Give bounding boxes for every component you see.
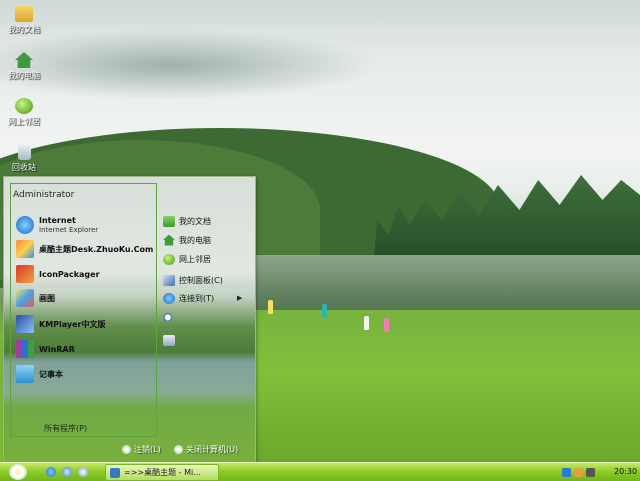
right-item-label: 控制面板(C) (179, 275, 223, 285)
menu-item-title: 记事本 (39, 369, 63, 379)
internet-explorer-icon (16, 216, 34, 234)
tray-network-icon[interactable] (562, 467, 571, 477)
menu-item-internet[interactable]: Internet Internet Explorer (16, 215, 98, 235)
desktop-icon-label: 我的文档 (8, 25, 40, 34)
logoff-button[interactable]: 注销(L) (122, 444, 161, 455)
desktop-icon-label: 我的电脑 (8, 71, 40, 80)
desktop-icon-my-computer[interactable]: 我的电脑 (2, 52, 46, 81)
network-icon (163, 253, 175, 265)
taskbar-window-label: =>>桌酷主题 - Mi... (124, 468, 201, 477)
menu-item-title: KMPlayer中文版 (39, 319, 106, 329)
window-icon (110, 467, 120, 478)
recycle-bin-icon (17, 144, 31, 160)
wallpaper-cloud (0, 30, 380, 100)
wallpaper-meadow (256, 310, 640, 462)
logoff-icon (122, 445, 131, 454)
chevron-right-icon: ▶ (237, 294, 243, 302)
right-item-label: 我的文档 (179, 216, 211, 226)
right-item-label: 网上邻居 (179, 254, 211, 264)
menu-item-paint[interactable]: 画图 (16, 288, 55, 308)
winrar-icon (16, 340, 34, 358)
connect-icon (163, 292, 175, 304)
notepad-icon (16, 365, 34, 383)
kmplayer-icon (16, 315, 34, 333)
right-item-my-computer[interactable]: 我的电脑 (163, 233, 211, 247)
right-item-control-panel[interactable]: 控制面板(C) (163, 273, 223, 287)
computer-home-icon (15, 52, 33, 68)
menu-item-title: WinRAR (39, 344, 75, 354)
wallpaper-person (268, 300, 273, 314)
iconpackager-icon (16, 265, 34, 283)
right-item-my-documents[interactable]: 我的文档 (163, 214, 211, 228)
quicklaunch-ie-icon[interactable] (46, 467, 56, 477)
quicklaunch-mediaplayer-icon[interactable] (62, 467, 72, 477)
folder-icon (163, 215, 175, 227)
menu-item-iconpackager[interactable]: IconPackager (16, 264, 100, 284)
start-menu-username: Administrator (13, 190, 75, 200)
tray-volume-icon[interactable] (586, 467, 595, 477)
folder-icon (15, 6, 33, 22)
desktop-icon-label: 网上邻居 (8, 117, 40, 126)
taskbar-window-button[interactable]: =>>桌酷主题 - Mi... (105, 464, 219, 481)
all-programs-button[interactable]: 所有程序(P) (44, 423, 87, 434)
computer-icon (163, 234, 175, 246)
menu-item-notepad[interactable]: 记事本 (16, 364, 63, 384)
control-panel-icon (163, 274, 175, 286)
right-item-run[interactable] (163, 333, 179, 347)
menu-item-title: 画图 (39, 293, 55, 303)
right-item-label: 连接到(T) (179, 293, 215, 303)
right-item-network[interactable]: 网上邻居 (163, 252, 211, 266)
menu-item-title: Internet (39, 215, 76, 225)
right-item-connect-to[interactable]: 连接到(T) (163, 291, 214, 305)
desktop-icon-my-documents[interactable]: 我的文档 (2, 6, 46, 35)
search-icon (163, 312, 175, 324)
right-item-search[interactable] (163, 311, 179, 325)
wallpaper-person (322, 304, 327, 318)
right-item-label: 我的电脑 (179, 235, 211, 245)
shutdown-label: 关闭计算机(U) (186, 445, 239, 454)
menu-item-zhuoku-theme[interactable]: 桌酷主题Desk.ZhuoKu.Com (16, 239, 153, 259)
menu-item-title: 桌酷主题Desk.ZhuoKu.Com (39, 244, 154, 254)
quicklaunch-desktop-icon[interactable] (78, 467, 88, 477)
menu-item-kmplayer[interactable]: KMPlayer中文版 (16, 314, 106, 334)
theme-icon (16, 240, 34, 258)
tray-app-icon[interactable] (574, 467, 583, 477)
wallpaper-person (384, 318, 389, 332)
run-icon (163, 334, 175, 346)
network-globe-icon (15, 98, 33, 114)
taskbar: =>>桌酷主题 - Mi... 20:30 (0, 462, 640, 481)
logoff-label: 注销(L) (134, 445, 161, 454)
shutdown-icon (174, 445, 183, 454)
start-button[interactable] (9, 464, 27, 480)
desktop-icon-label: 回收站 (12, 163, 36, 172)
menu-item-winrar[interactable]: WinRAR (16, 339, 75, 359)
clock[interactable]: 20:30 (614, 467, 637, 476)
desktop-icon-network[interactable]: 网上邻居 (2, 98, 46, 127)
wallpaper-person (364, 316, 369, 330)
menu-item-subtitle: Internet Explorer (39, 225, 99, 234)
paint-icon (16, 289, 34, 307)
shutdown-button[interactable]: 关闭计算机(U) (174, 444, 238, 455)
desktop-icon-recycle-bin[interactable]: 回收站 (2, 144, 46, 173)
menu-item-title: IconPackager (39, 269, 100, 279)
start-menu: Administrator Internet Internet Explorer … (3, 176, 256, 464)
